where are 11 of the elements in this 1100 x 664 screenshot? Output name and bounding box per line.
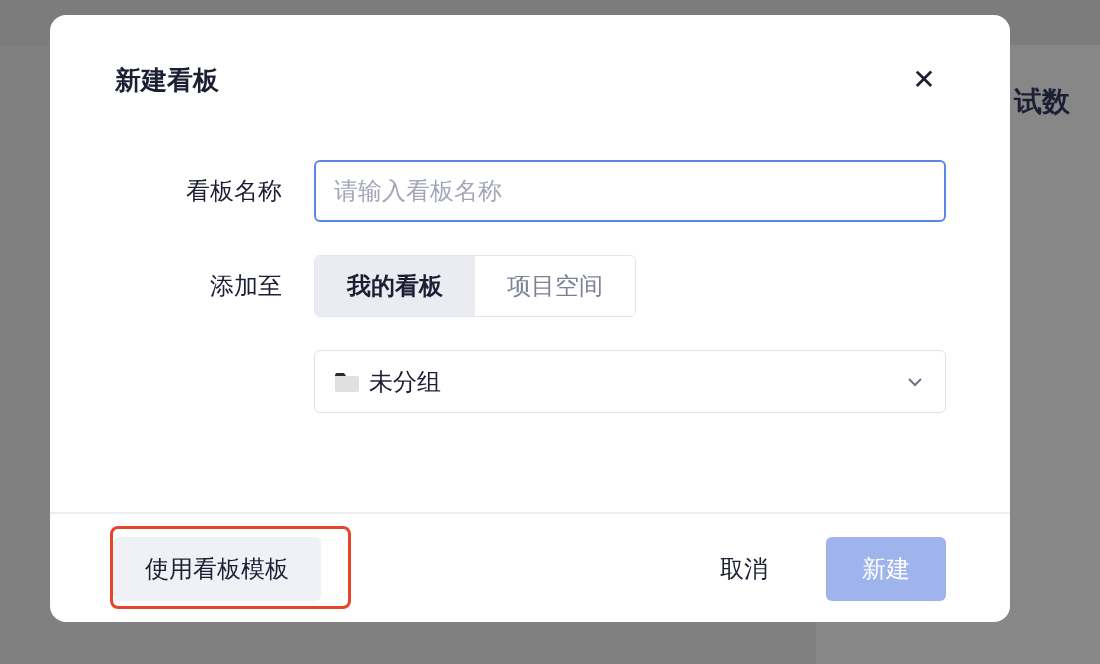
group-dropdown[interactable]: 未分组 <box>314 350 946 413</box>
field-label: 看板名称 <box>185 176 283 206</box>
field-label: 添加至 <box>209 271 283 301</box>
segment-tab[interactable]: 我的看板 <box>315 256 475 316</box>
name-field[interactable]: 请输入看板名称 <box>314 160 946 222</box>
template-button[interactable]: 使用看板模板 <box>113 537 321 601</box>
chevron-down-icon <box>907 376 923 387</box>
cancel-button[interactable]: 取消 <box>708 537 780 601</box>
dialog-title: 新建看板 <box>115 63 219 97</box>
folder-icon <box>335 371 359 392</box>
page-heading: 试数 <box>1014 85 1070 119</box>
